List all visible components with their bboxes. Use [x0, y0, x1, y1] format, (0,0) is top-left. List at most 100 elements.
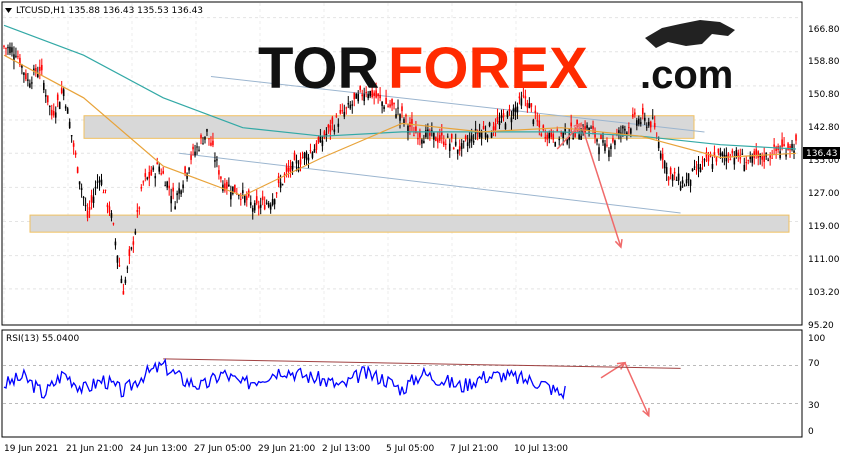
candle-body [263, 204, 266, 210]
candle-body [178, 188, 180, 194]
price-tick: 119.00 [808, 222, 840, 232]
candle-body [245, 196, 248, 201]
candle-body [110, 213, 113, 218]
candle-body [510, 117, 513, 123]
candle-body [552, 134, 555, 140]
candle-body [630, 128, 632, 134]
candle-body [773, 144, 775, 147]
candle-body [23, 72, 25, 75]
time-tick: 5 Jul 05:00 [386, 444, 435, 454]
candle-body [351, 104, 354, 106]
candle-body [546, 134, 549, 140]
candle-body [148, 171, 151, 179]
candle-body [94, 186, 97, 189]
candle-body [731, 150, 734, 154]
candle-body [763, 155, 765, 162]
candle-body [190, 155, 192, 160]
time-axis: 19 Jun 2021 21 Jun 21:00 24 Jun 13:00 27… [4, 444, 568, 454]
time-tick: 19 Jun 2021 [4, 444, 58, 454]
logo-text-com: .com [640, 53, 733, 97]
candle-body [733, 158, 736, 165]
candle-body [761, 156, 763, 160]
candle-body [154, 176, 157, 179]
candle-body [383, 106, 385, 109]
price-tick: 127.00 [808, 189, 840, 199]
candle-body [530, 103, 533, 107]
candle-body [76, 167, 79, 173]
candle-body [329, 125, 332, 132]
candle-body [122, 291, 125, 295]
candle-body [90, 195, 93, 203]
candle-body [106, 204, 109, 208]
candle-body [723, 154, 726, 157]
rsi-tick: 70 [808, 359, 820, 369]
candle-body [458, 146, 461, 151]
candle-body [460, 143, 463, 149]
candle-body [170, 195, 172, 204]
candle-body [405, 114, 407, 117]
candle-body [58, 102, 61, 109]
candle-body [255, 196, 258, 204]
price-tick: 158.80 [808, 57, 840, 67]
candle-body [166, 181, 168, 188]
candle-body [721, 152, 724, 156]
candle-body [142, 181, 145, 183]
candle-body [689, 179, 692, 186]
symbol-header: LTCUSD,H1 135.88 136.43 135.53 136.43 [16, 6, 203, 16]
candle-body [214, 160, 216, 162]
candle-body [279, 182, 282, 188]
candle-body [176, 193, 178, 196]
candle-body [757, 151, 760, 158]
candle-body [771, 157, 773, 159]
candle-body [534, 110, 537, 113]
rsi-tick: 30 [808, 401, 820, 411]
candle-body [269, 204, 272, 210]
candle-body [590, 127, 592, 129]
candle-body [108, 206, 111, 213]
candle-body [339, 110, 342, 114]
candle-body [56, 94, 59, 101]
candle-body [526, 102, 529, 108]
rsi-axis: 100 70 30 0 [808, 334, 825, 437]
candle-body [755, 149, 758, 155]
candle-body [74, 152, 77, 155]
candle-body [433, 132, 435, 140]
candle-body [679, 185, 682, 190]
candle-body [695, 169, 698, 171]
candle-body [468, 138, 471, 143]
candle-body [446, 136, 449, 138]
candle-body [345, 107, 348, 109]
candle-body [490, 133, 493, 138]
candle-body [703, 159, 706, 161]
candle-body [701, 161, 704, 163]
price-axis: 166.80 158.80 150.80 142.80 135.00 127.0… [808, 25, 840, 331]
candle-body [580, 135, 582, 140]
price-tick: 142.80 [808, 123, 840, 133]
candle-body [502, 113, 505, 118]
candle-body [379, 94, 381, 99]
candle-body [325, 133, 328, 136]
candle-body [612, 138, 614, 142]
candle-body [484, 132, 487, 138]
candle-body [741, 153, 744, 155]
candle-body [182, 184, 184, 189]
time-tick: 21 Jun 21:00 [66, 444, 123, 454]
chart-root: TOR FOREX .com LTCUSD,H1 135.88 136.43 1… [1, 1, 840, 454]
candle-body [600, 134, 602, 140]
candle-body [417, 138, 419, 140]
candle-body [39, 66, 41, 71]
candle-body [50, 109, 53, 116]
candle-body [540, 133, 543, 136]
rsi-tick: 0 [808, 427, 814, 437]
candle-body [628, 127, 630, 129]
candle-body [753, 151, 756, 158]
candle-body [699, 167, 702, 172]
candle-body [251, 208, 254, 212]
candle-body [80, 188, 83, 190]
candle-body [287, 167, 290, 172]
candle-body [341, 110, 344, 112]
candle-body [632, 114, 634, 118]
candle-body [98, 180, 101, 183]
candle-body [43, 82, 45, 91]
candle-body [506, 111, 509, 118]
